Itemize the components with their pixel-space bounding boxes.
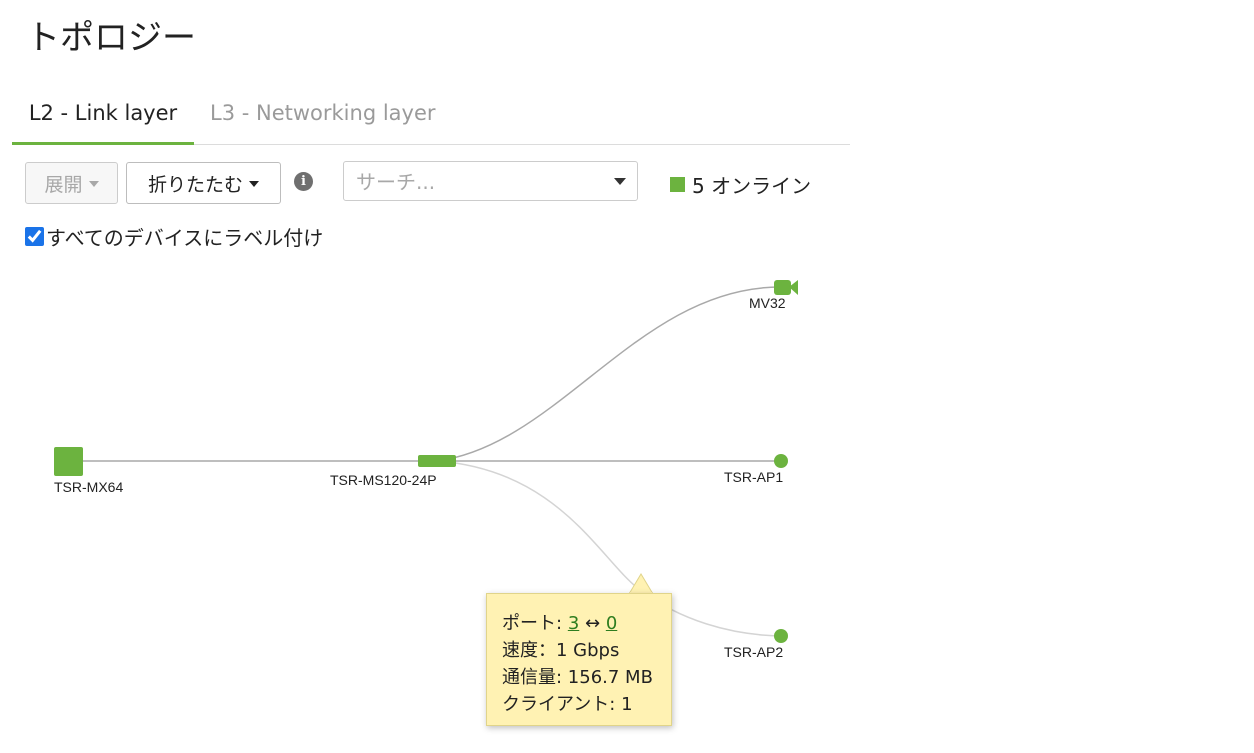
switch-node-icon[interactable]	[418, 455, 456, 467]
access-point-node-icon[interactable]	[774, 454, 788, 468]
link-ms120-mv32[interactable]	[436, 286, 784, 462]
tooltip-port-line: ポート: 3 ↔ 0	[502, 610, 671, 637]
tooltip-clients: クライアント: 1	[502, 694, 633, 715]
camera-node-icon[interactable]	[774, 280, 798, 295]
tooltip-port-label: ポート:	[502, 613, 563, 634]
tooltip-port-arrow: ↔	[585, 613, 601, 634]
access-point-node-icon[interactable]	[774, 629, 788, 643]
tooltip-arrow	[628, 573, 654, 595]
device-label-tsr-ms120-24p[interactable]: TSR-MS120-24P	[330, 472, 437, 488]
device-label-tsr-ap2[interactable]: TSR-AP2	[724, 644, 783, 660]
port-a-link[interactable]: 3	[568, 613, 579, 634]
tooltip-traffic: 通信量: 156.7 MB	[502, 667, 653, 688]
device-label-tsr-mx64[interactable]: TSR-MX64	[54, 479, 123, 495]
tooltip-speed: 速度：1 Gbps	[502, 640, 620, 661]
link-tooltip: ポート: 3 ↔ 0 速度：1 Gbps 通信量: 156.7 MB クライアン…	[486, 593, 672, 726]
device-label-mv32[interactable]: MV32	[749, 295, 786, 311]
appliance-node-icon[interactable]	[54, 447, 83, 476]
port-b-link[interactable]: 0	[606, 613, 617, 634]
device-label-tsr-ap1[interactable]: TSR-AP1	[724, 469, 783, 485]
